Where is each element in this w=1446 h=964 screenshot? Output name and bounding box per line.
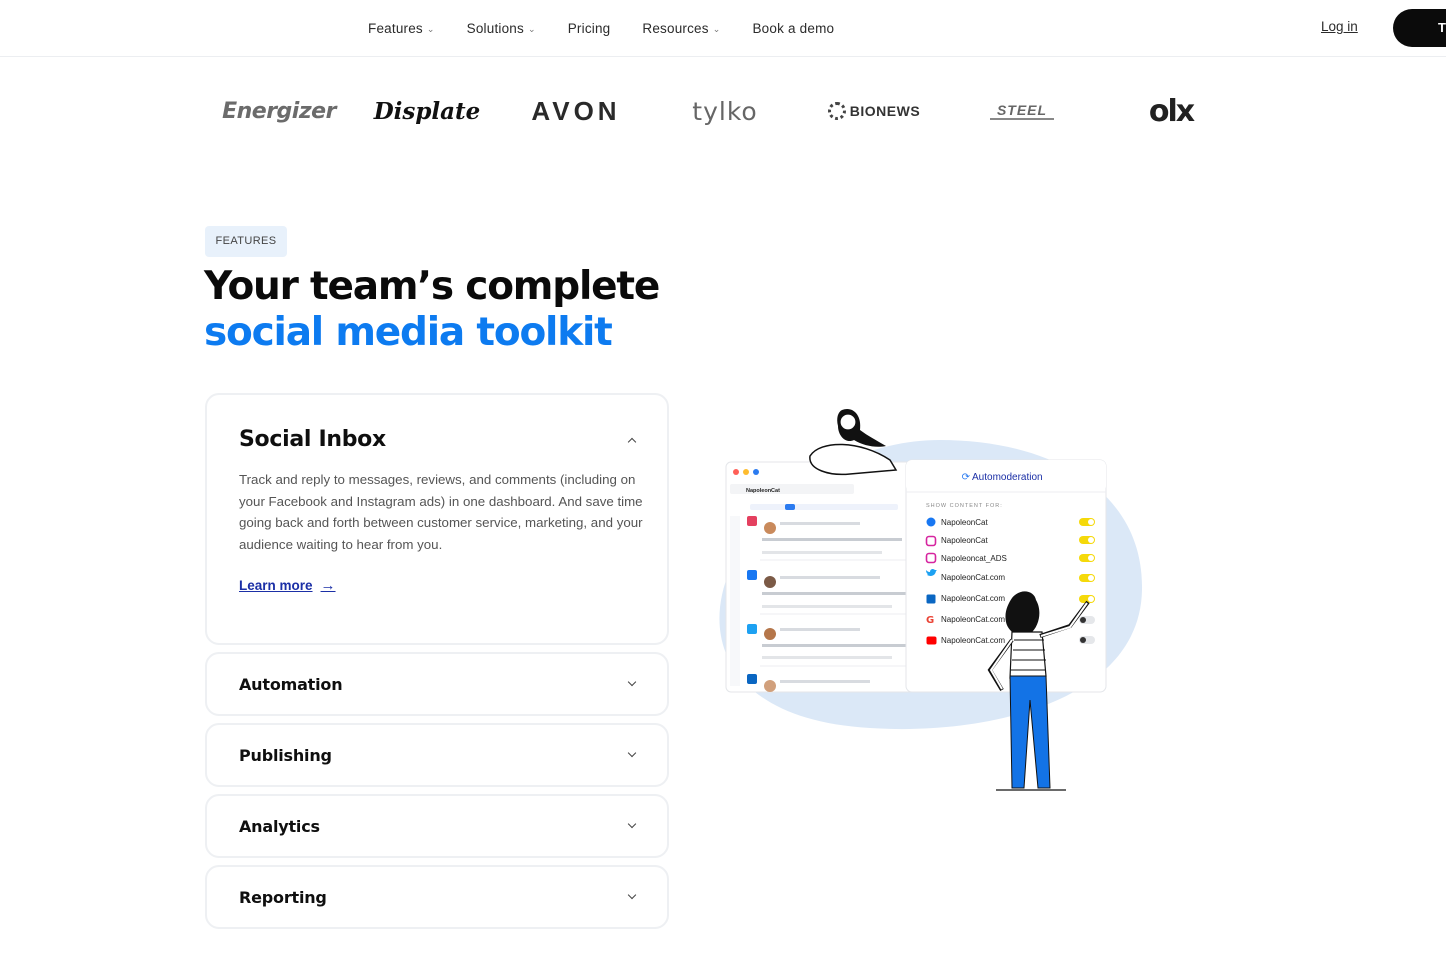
arrow-right-icon: → [320,577,336,594]
panel-subtitle: SHOW CONTENT FOR: [926,503,1003,509]
logo-bionews: BIONEWS [822,86,926,136]
nav-resources[interactable]: Resources ⌄ [642,21,720,36]
chevron-down-icon: ⌄ [527,23,536,34]
accordion-description: Track and reply to messages, reviews, an… [239,472,643,552]
logo-tylko: tylko [692,96,758,126]
chevron-up-icon[interactable] [627,437,637,447]
login-link[interactable]: Log in [1321,19,1358,34]
account-name: NapoleonCat.com [941,573,1005,582]
accordion-title: Publishing [239,746,332,765]
logo-steel: STEEL [990,102,1054,120]
accordion-title: Automation [239,675,343,694]
accordion-automation[interactable]: Automation [205,652,669,716]
account-name: NapoleonCat [941,518,988,527]
inbox-window: NapoleonCat [725,461,917,693]
facebook-icon [926,517,936,527]
inbox-account-name: NapoleonCat [746,488,780,494]
logo-olx: olx [1148,93,1195,129]
customer-logos: Energizer Displate AVON tylko BIONEWS ST… [0,86,1446,136]
automation-icon: ⟳ [962,472,971,483]
nav-pricing[interactable]: Pricing [568,21,611,36]
chevron-down-icon [627,890,637,900]
youtube-icon [926,636,937,645]
section-headline: Your team’s complete social media toolki… [204,264,660,356]
nav-pricing-label: Pricing [567,20,611,36]
accordion-social-inbox[interactable]: Social Inbox Track and reply to messages… [205,393,669,645]
account-name: Napoleoncat_ADS [941,554,1007,563]
google-icon: G [926,615,934,626]
accordion-publishing[interactable]: Publishing [205,723,669,787]
main-menu: Features ⌄ Solutions ⌄ Pricing Resources… [368,0,866,56]
nav-resources-label: Resources [642,20,709,36]
account-name: NapoleonCat.com [941,636,1005,645]
nav-features[interactable]: Features ⌄ [368,21,435,36]
chevron-down-icon [627,677,637,687]
logo-bionews-text: BIONEWS [849,103,921,119]
illustration-svg: NapoleonCat Automoderation ⟳ SHOW CONTEN… [719,408,1143,791]
panel-title: Automoderation [972,472,1043,483]
automoderation-panel: Automoderation ⟳ SHOW CONTENT FOR: Napol… [905,459,1107,693]
headline-line-1: Your team’s complete [204,264,660,309]
accordion-title: Analytics [239,817,320,836]
logo-displate: Displate [373,97,481,125]
account-name: NapoleonCat.com [941,615,1005,624]
learn-more-link[interactable]: Learn more → [239,577,336,594]
nav-book-demo-label: Book a demo [752,20,835,36]
chevron-down-icon: ⌄ [712,23,721,34]
nav-book-demo[interactable]: Book a demo [752,21,834,36]
trial-button[interactable]: T [1393,9,1446,47]
chevron-down-icon: ⌄ [426,23,435,34]
social-inbox-illustration: NapoleonCat Automoderation ⟳ SHOW CONTEN… [690,400,1160,800]
logo-energizer: Energizer [222,98,336,124]
linkedin-icon [926,594,936,604]
accordion-title: Social Inbox [239,427,386,452]
account-name: NapoleonCat [941,536,988,545]
headline-line-2: social media toolkit [204,310,613,355]
person-lying-illustration [809,408,898,476]
accordion-title: Reporting [239,888,327,907]
top-navigation: Features ⌄ Solutions ⌄ Pricing Resources… [0,0,1446,57]
chevron-down-icon [627,819,637,829]
chevron-down-icon [627,748,637,758]
learn-more-label: Learn more [239,578,313,593]
nav-features-label: Features [368,20,423,36]
accordion-reporting[interactable]: Reporting [205,865,669,929]
nav-solutions[interactable]: Solutions ⌄ [467,21,536,36]
nav-solutions-label: Solutions [466,20,524,36]
section-tag: FEATURES [205,226,287,257]
account-name: NapoleonCat.com [941,594,1005,603]
logo-avon: AVON [531,95,621,126]
accordion-analytics[interactable]: Analytics [205,794,669,858]
trial-button-label: T [1438,20,1446,35]
gear-icon [827,102,846,120]
